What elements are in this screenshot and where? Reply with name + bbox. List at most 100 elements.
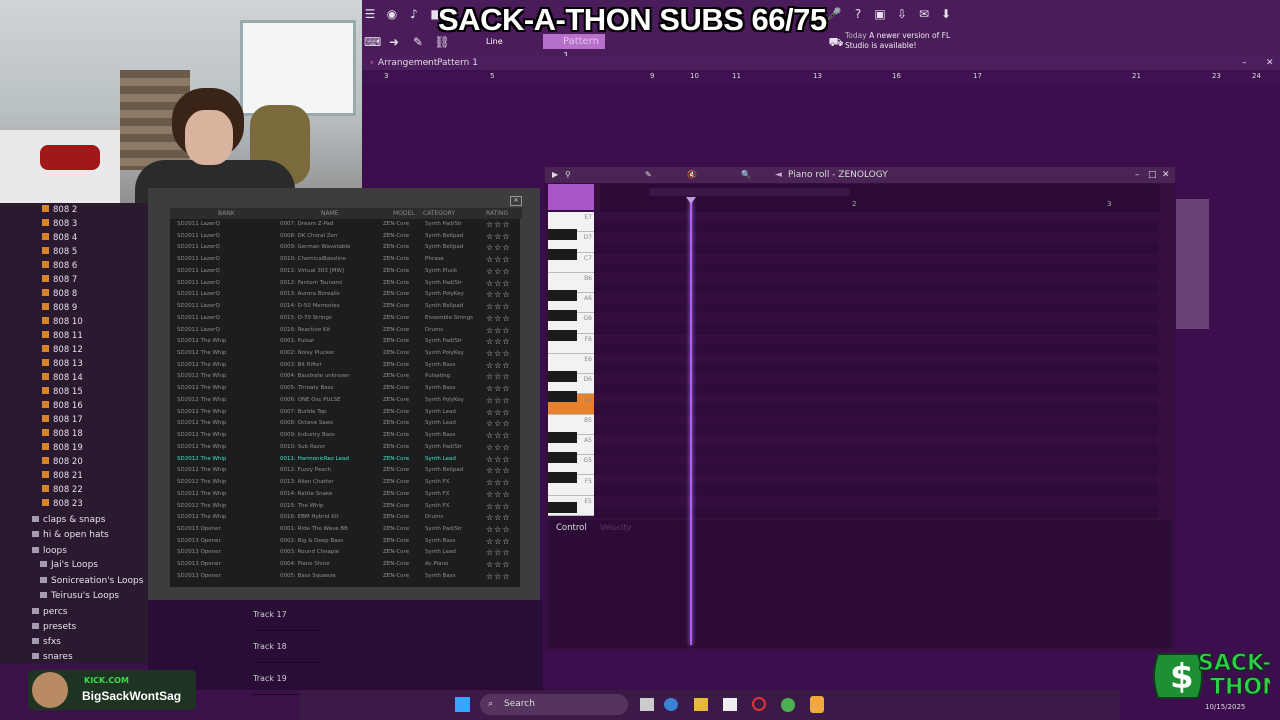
rating-stars[interactable]: ☆☆☆ xyxy=(486,313,511,325)
preset-row[interactable]: SD2012 The Whip 0002: Noisy Plucker ZEN-Co… xyxy=(170,348,520,360)
preset-row[interactable]: SD2012 The Whip 0016: EBM Hybrid Kit ZEN-C… xyxy=(170,512,520,524)
preset-row[interactable]: SD2012 The Whip 0008: Octave Saws ZEN-Core… xyxy=(170,418,520,430)
browser-item[interactable]: 808 15 xyxy=(42,385,83,399)
minimize-icon[interactable]: – xyxy=(1242,56,1247,70)
preset-row[interactable]: SD2012 The Whip 0001: Pulsar ZEN-Core Synth… xyxy=(170,336,520,348)
browser-item[interactable]: 808 19 xyxy=(42,441,83,455)
header-rating[interactable]: RATING xyxy=(486,208,508,219)
browser-folder[interactable]: loops xyxy=(32,544,67,558)
preset-row[interactable]: SD2012 The Whip 0013: Alien Chatter ZEN-Co… xyxy=(170,477,520,489)
browser-item[interactable]: 808 22 xyxy=(42,483,83,497)
preset-row[interactable]: SD2013 Opener 0003: Round Cheapie ZEN-Core… xyxy=(170,547,520,559)
minimize-icon[interactable]: – xyxy=(1135,167,1140,183)
browser-folder[interactable]: presets xyxy=(32,620,76,634)
piano-black-key[interactable] xyxy=(548,289,577,301)
preset-row[interactable]: SD2013 Opener 0002: Big & Deep Bass ZEN-Co… xyxy=(170,536,520,548)
browser-item[interactable]: 808 11 xyxy=(42,329,83,343)
store-icon[interactable] xyxy=(723,698,737,711)
rating-stars[interactable]: ☆☆☆ xyxy=(486,336,511,348)
update-notice[interactable]: Today A newer version of FL Studio is av… xyxy=(845,31,955,51)
track-header[interactable]: Track 17 xyxy=(253,600,323,631)
rating-stars[interactable]: ☆☆☆ xyxy=(486,278,511,290)
track-header[interactable]: Track 18 xyxy=(253,632,323,663)
browser-item[interactable]: 808 9 xyxy=(42,301,77,315)
windows-start-icon[interactable] xyxy=(455,697,470,712)
task-view-icon[interactable] xyxy=(640,698,654,711)
browser-folder[interactable]: snares xyxy=(32,650,73,664)
maximize-icon[interactable]: □ xyxy=(1148,167,1157,183)
rating-stars[interactable]: ☆☆☆ xyxy=(486,430,511,442)
rating-stars[interactable]: ☆☆☆ xyxy=(486,371,511,383)
preset-row[interactable]: SD2011 LazerQ 0008: DK Choral Zen ZEN-Core… xyxy=(170,231,520,243)
rating-stars[interactable]: ☆☆☆ xyxy=(486,301,511,313)
rating-stars[interactable]: ☆☆☆ xyxy=(486,454,511,466)
mic-icon[interactable]: 🎤 xyxy=(826,6,842,22)
browser-item[interactable]: 808 18 xyxy=(42,427,83,441)
rating-stars[interactable]: ☆☆☆ xyxy=(486,501,511,513)
rating-stars[interactable]: ☆☆☆ xyxy=(486,219,511,231)
rating-stars[interactable]: ☆☆☆ xyxy=(486,571,511,583)
browser-item[interactable]: 808 8 xyxy=(42,287,77,301)
browser-item[interactable]: 808 13 xyxy=(42,357,83,371)
browser-item[interactable]: 808 21 xyxy=(42,469,83,483)
piano-black-key[interactable] xyxy=(548,310,577,322)
help-icon[interactable]: ? xyxy=(850,6,866,22)
piano-black-key[interactable] xyxy=(548,501,577,513)
rating-stars[interactable]: ☆☆☆ xyxy=(486,512,511,524)
header-model[interactable]: MODEL xyxy=(393,208,415,219)
preset-row[interactable]: SD2011 LazerQ 0013: Aurora Borealis ZEN-Co… xyxy=(170,289,520,301)
preset-row[interactable]: SD2011 LazerQ 0014: D-50 Memories ZEN-Core… xyxy=(170,301,520,313)
rating-stars[interactable]: ☆☆☆ xyxy=(486,407,511,419)
draw-icon[interactable]: ✎ xyxy=(410,34,426,50)
rating-stars[interactable]: ☆☆☆ xyxy=(486,524,511,536)
preset-row[interactable]: SD2011 LazerQ 0015: D-70 Strings ZEN-Core E… xyxy=(170,313,520,325)
close-icon[interactable]: ✕ xyxy=(510,196,522,206)
browser-item[interactable]: 808 17 xyxy=(42,413,83,427)
browser-folder[interactable]: percs xyxy=(32,605,67,619)
preset-row[interactable]: SD2012 The Whip 0006: ONE Osc PULSE ZEN-Co… xyxy=(170,395,520,407)
rating-stars[interactable]: ☆☆☆ xyxy=(486,231,511,243)
rating-stars[interactable]: ☆☆☆ xyxy=(486,289,511,301)
keyboard-icon[interactable]: ⌨ xyxy=(364,34,381,50)
browser-item[interactable]: 808 7 xyxy=(42,273,77,287)
browser-item[interactable]: 808 4 xyxy=(42,231,77,245)
ruler-scroll[interactable] xyxy=(649,188,849,196)
piano-black-key[interactable] xyxy=(548,472,577,484)
preset-row[interactable]: SD2012 The Whip 0009: Industry Bass ZEN-Co… xyxy=(170,430,520,442)
piano-black-key[interactable] xyxy=(548,391,577,403)
pencil-icon[interactable]: ✎ xyxy=(645,167,652,183)
opera-icon[interactable] xyxy=(752,697,766,711)
shop-icon[interactable]: ⛟ xyxy=(828,34,844,50)
record-icon[interactable]: ◉ xyxy=(384,6,400,22)
playlist-timeline[interactable]: 3 5 9 10 11 13 16 17 21 23 24 xyxy=(360,72,1280,86)
rating-stars[interactable]: ☆☆☆ xyxy=(486,383,511,395)
preset-row[interactable]: SD2012 The Whip 0012: Fuzzy Peach ZEN-Core… xyxy=(170,465,520,477)
preset-row[interactable]: SD2011 LazerQ 0012: Fantom Tsunami ZEN-Cor… xyxy=(170,278,520,290)
browser-item[interactable]: 808 16 xyxy=(42,399,83,413)
rating-stars[interactable]: ☆☆☆ xyxy=(486,547,511,559)
preset-row[interactable]: SD2011 LazerQ 0007: Dream Z-Pad ZEN-Core Sy… xyxy=(170,219,520,231)
rating-stars[interactable]: ☆☆☆ xyxy=(486,477,511,489)
rating-stars[interactable]: ☆☆☆ xyxy=(486,348,511,360)
piano-keyboard[interactable]: E7 D7 C7 B6 A6 G6 F6 E6 D6 C6 B5 A5 G5 F5 E5 xyxy=(548,212,594,516)
preset-row[interactable]: SD2011 LazerQ 0011: Virtual 303 [MW] ZEN-C… xyxy=(170,266,520,278)
rating-stars[interactable]: ☆☆☆ xyxy=(486,325,511,337)
mute-icon[interactable]: 🔇 xyxy=(687,167,697,183)
playhead-marker[interactable] xyxy=(686,197,696,204)
chrome-icon[interactable] xyxy=(781,698,795,712)
rating-stars[interactable]: ☆☆☆ xyxy=(486,254,511,266)
control-label[interactable]: Control xyxy=(556,523,587,533)
copilot-icon[interactable] xyxy=(664,698,678,711)
rating-stars[interactable]: ☆☆☆ xyxy=(486,559,511,571)
header-bank[interactable]: BANK xyxy=(218,208,235,219)
preset-row[interactable]: SD2011 LazerQ 0009: German Wavetable ZEN-C… xyxy=(170,242,520,254)
rating-stars[interactable]: ☆☆☆ xyxy=(486,465,511,477)
preset-row[interactable]: SD2012 The Whip 0014: Rattle Snake ZEN-Cor… xyxy=(170,489,520,501)
piano-black-key[interactable] xyxy=(548,371,577,382)
close-icon[interactable]: ✕ xyxy=(1162,167,1170,183)
rating-stars[interactable]: ☆☆☆ xyxy=(486,536,511,548)
browser-item[interactable]: 808 14 xyxy=(42,371,83,385)
rating-stars[interactable]: ☆☆☆ xyxy=(486,442,511,454)
preset-row[interactable]: SD2011 LazerQ 0010: ChemicalBassline ZEN-C… xyxy=(170,254,520,266)
browser-item[interactable]: 808 10 xyxy=(42,315,83,329)
